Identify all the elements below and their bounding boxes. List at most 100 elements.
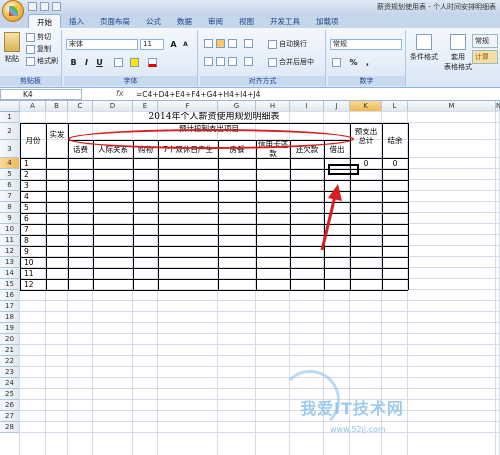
- align-bottom-icon[interactable]: [228, 39, 237, 48]
- tab-review[interactable]: 审阅: [200, 14, 231, 28]
- row-header-25[interactable]: 25: [0, 389, 20, 400]
- fx-icon[interactable]: fx: [116, 89, 124, 98]
- row-header-27[interactable]: 27: [0, 411, 20, 422]
- row-header-10[interactable]: 10: [0, 224, 20, 235]
- row-header-21[interactable]: 21: [0, 345, 20, 356]
- row-header-11[interactable]: 11: [0, 235, 20, 246]
- italic-button[interactable]: I: [81, 57, 92, 68]
- paste-button[interactable]: 粘贴: [4, 32, 20, 64]
- tab-view[interactable]: 视图: [231, 14, 262, 28]
- formula-input[interactable]: =C4+D4+E4+F4+G4+H4+I4+J4: [136, 89, 260, 100]
- fill-color-icon[interactable]: [130, 58, 139, 67]
- row-header-6[interactable]: 6: [0, 180, 20, 191]
- save-icon[interactable]: [28, 2, 37, 11]
- grid-row-line: [20, 355, 500, 356]
- row-header-14[interactable]: 14: [0, 268, 20, 279]
- tab-insert[interactable]: 插入: [61, 14, 92, 28]
- redo-icon[interactable]: [52, 2, 61, 11]
- indent-icon[interactable]: [244, 57, 253, 66]
- tab-data[interactable]: 数据: [169, 14, 200, 28]
- grid-row-line: [20, 388, 500, 389]
- number-format-select[interactable]: 常规: [330, 39, 402, 50]
- row-header-7[interactable]: 7: [0, 191, 20, 202]
- grow-font-button[interactable]: A: [168, 39, 179, 50]
- month-number-cell: 1: [24, 159, 29, 168]
- month-number-cell: 5: [24, 203, 29, 212]
- copy-button[interactable]: 复制: [26, 44, 51, 54]
- row-header-12[interactable]: 12: [0, 246, 20, 257]
- shrink-font-button[interactable]: A: [180, 39, 191, 50]
- merge-center-button[interactable]: 合并后居中: [268, 57, 314, 67]
- row-header-24[interactable]: 24: [0, 378, 20, 389]
- name-box[interactable]: K4: [0, 89, 82, 100]
- office-button[interactable]: [2, 0, 24, 22]
- row-header-19[interactable]: 19: [0, 323, 20, 334]
- tab-developer[interactable]: 开发工具: [262, 14, 308, 28]
- row-header-3[interactable]: 3: [0, 140, 20, 158]
- month-number-cell: 12: [24, 280, 34, 289]
- row-header-17[interactable]: 17: [0, 301, 20, 312]
- row-header-8[interactable]: 8: [0, 202, 20, 213]
- month-number-cell: 11: [24, 269, 34, 278]
- month-number-cell: 4: [24, 192, 29, 201]
- align-center-icon[interactable]: [216, 57, 225, 66]
- bold-button[interactable]: B: [68, 57, 79, 68]
- row-header-9[interactable]: 9: [0, 213, 20, 224]
- conditional-format-button[interactable]: 条件格式: [410, 34, 438, 62]
- quick-access-toolbar: [28, 2, 61, 11]
- table-border: [20, 257, 408, 258]
- cut-button[interactable]: 剪切: [26, 32, 51, 42]
- row-header-2[interactable]: 2: [0, 123, 20, 140]
- format-as-table-button[interactable]: 套用 表格格式: [444, 34, 472, 72]
- row-header-15[interactable]: 15: [0, 279, 20, 290]
- underline-button[interactable]: U: [94, 57, 105, 68]
- copy-icon: [26, 44, 35, 54]
- window-title: 薪资规划使用表 - 个人时间安排明细表: [377, 3, 496, 11]
- undo-icon[interactable]: [40, 2, 49, 11]
- row-header-5[interactable]: 5: [0, 169, 20, 180]
- row-header-28[interactable]: 28: [0, 422, 20, 433]
- format-as-table-label: 套用 表格格式: [444, 53, 472, 71]
- select-all-corner[interactable]: [0, 101, 20, 112]
- row-header-23[interactable]: 23: [0, 367, 20, 378]
- align-top-icon[interactable]: [204, 39, 213, 48]
- row-header-13[interactable]: 13: [0, 257, 20, 268]
- brush-icon: [26, 56, 35, 66]
- number-group: 常规 % , 数字: [328, 30, 406, 86]
- align-middle-icon[interactable]: [216, 39, 225, 48]
- font-size-select[interactable]: 11: [140, 39, 164, 50]
- style-calc[interactable]: 计算: [472, 50, 498, 64]
- balance-label-cell: 结余: [387, 136, 403, 145]
- row-header-16[interactable]: 16: [0, 290, 20, 301]
- font-color-icon[interactable]: [148, 58, 157, 67]
- scissors-icon: [26, 32, 35, 42]
- tab-page-layout[interactable]: 页面布局: [92, 14, 138, 28]
- row-header-1[interactable]: 1: [0, 112, 20, 123]
- font-group-label: 字体: [64, 76, 197, 86]
- align-left-icon[interactable]: [204, 57, 213, 66]
- table-border: [20, 268, 408, 269]
- month-number-cell: 6: [24, 214, 29, 223]
- tab-addins[interactable]: 加载项: [308, 14, 347, 28]
- sheet-title-cell: 2014年个人薪资使用规划明细表: [148, 112, 280, 122]
- border-icon[interactable]: [114, 58, 123, 67]
- active-cell-k4[interactable]: [328, 164, 359, 175]
- currency-icon[interactable]: [332, 58, 341, 67]
- row-header-20[interactable]: 20: [0, 334, 20, 345]
- format-painter-button[interactable]: 格式刷: [26, 56, 58, 66]
- row-header-26[interactable]: 26: [0, 400, 20, 411]
- percent-button[interactable]: %: [348, 57, 359, 68]
- align-right-icon[interactable]: [228, 57, 237, 66]
- row-header-18[interactable]: 18: [0, 312, 20, 323]
- comma-button[interactable]: ,: [362, 57, 373, 68]
- font-name-select[interactable]: 宋体: [66, 39, 138, 50]
- wrap-text-button[interactable]: 自动换行: [268, 39, 307, 49]
- row-header-4[interactable]: 4: [0, 158, 20, 169]
- tab-formulas[interactable]: 公式: [138, 14, 169, 28]
- tab-home[interactable]: 开始: [28, 14, 61, 28]
- spreadsheet-grid[interactable]: ABCDEFGHIJKLMN 1 2 3 4 5 6 7 8 9 10 11 12 13 14 15 16 17…: [0, 101, 500, 455]
- style-normal[interactable]: 常规: [472, 34, 498, 48]
- orientation-icon[interactable]: [244, 39, 253, 48]
- row-header-22[interactable]: 22: [0, 356, 20, 367]
- merge-icon: [268, 57, 277, 67]
